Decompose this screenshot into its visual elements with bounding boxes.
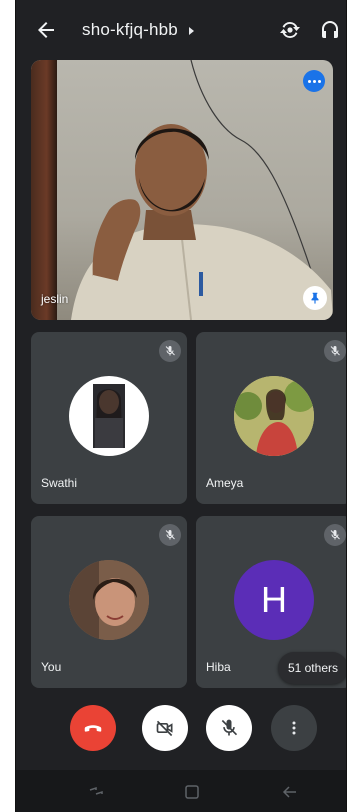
speaker-name: jeslin bbox=[41, 292, 69, 306]
participant-name: Swathi bbox=[41, 476, 78, 490]
mic-off-icon bbox=[324, 524, 346, 546]
system-nav-bar bbox=[16, 770, 346, 812]
main-speaker-tile[interactable]: jeslin bbox=[31, 60, 333, 320]
pin-button[interactable] bbox=[303, 286, 327, 310]
camera-toggle-button[interactable] bbox=[142, 705, 188, 751]
back-button[interactable] bbox=[34, 18, 58, 42]
others-count-chip[interactable]: 51 others bbox=[277, 652, 346, 684]
participant-name: You bbox=[41, 660, 62, 674]
home-icon[interactable] bbox=[184, 784, 200, 800]
participant-name: Ameya bbox=[206, 476, 244, 490]
top-bar: sho-kfjq-hbb bbox=[16, 0, 346, 58]
back-nav-icon[interactable] bbox=[282, 784, 298, 800]
end-call-button[interactable] bbox=[70, 705, 116, 751]
participant-name: Hiba bbox=[206, 660, 231, 674]
call-controls bbox=[16, 705, 346, 765]
letter-avatar: H bbox=[234, 560, 314, 640]
participant-tile-you[interactable]: You bbox=[31, 516, 187, 688]
participant-tile-swathi[interactable]: Swathi bbox=[31, 332, 187, 504]
mic-off-icon bbox=[324, 340, 346, 362]
headphones-icon bbox=[322, 21, 338, 38]
arrow-left-icon bbox=[38, 22, 54, 38]
mic-off-icon bbox=[221, 719, 238, 736]
speaker-video bbox=[71, 124, 333, 320]
avatar bbox=[69, 560, 149, 640]
more-vertical-icon bbox=[292, 721, 296, 735]
caret-right-icon[interactable] bbox=[189, 27, 194, 35]
avatar bbox=[69, 376, 149, 456]
meeting-code[interactable]: sho-kfjq-hbb bbox=[82, 20, 178, 40]
avatar bbox=[234, 376, 314, 456]
meet-call-screen: sho-kfjq-hbb jeslin Swathi Ameya You H H… bbox=[15, 0, 347, 812]
more-options-button[interactable] bbox=[271, 705, 317, 751]
pin-icon bbox=[311, 292, 319, 304]
participant-tile-hiba[interactable]: H Hiba 51 others bbox=[196, 516, 346, 688]
switch-camera-icon bbox=[280, 21, 300, 39]
phone-hangup-icon bbox=[84, 725, 102, 732]
recents-icon[interactable] bbox=[88, 784, 104, 800]
switch-camera-button[interactable] bbox=[278, 18, 302, 42]
audio-output-button[interactable] bbox=[318, 18, 342, 42]
participant-tile-ameya[interactable]: Ameya bbox=[196, 332, 346, 504]
more-options-icon[interactable] bbox=[303, 70, 325, 92]
mic-off-icon bbox=[159, 340, 181, 362]
camera-off-icon bbox=[156, 720, 173, 737]
mic-off-icon bbox=[159, 524, 181, 546]
mic-toggle-button[interactable] bbox=[206, 705, 252, 751]
